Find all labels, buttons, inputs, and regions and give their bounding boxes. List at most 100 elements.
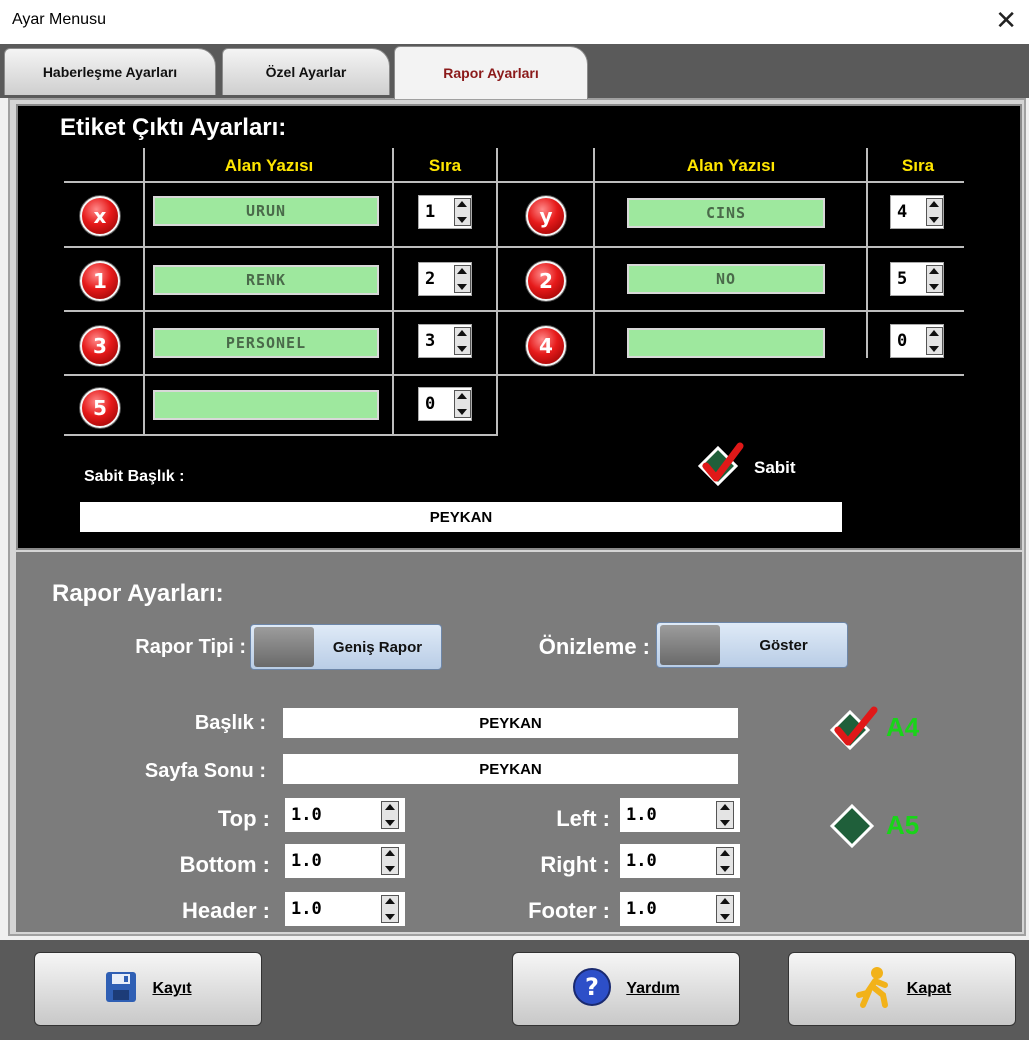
sabit-baslik-label: Sabit Başlık : [84,468,185,485]
sira-stepper-2[interactable]: 5 [890,262,944,296]
etiket-title: Etiket Çıktı Ayarları: [60,114,287,141]
top-stepper[interactable]: 1.0 [285,798,405,832]
col-header-alan-right: Alan Yazısı [686,156,776,175]
left-value: 1.0 [626,805,657,825]
rapor-tipi-value: Geniş Rapor [332,638,423,656]
field-badge-5-icon: 5 [80,388,120,428]
window-title: Ayar Menusu [12,11,106,28]
tab-haberlesme[interactable]: Haberleşme Ayarları [4,48,216,95]
left-stepper[interactable]: 1.0 [620,798,740,832]
baslik-input[interactable]: PEYKAN [283,708,738,738]
stepper-arrows-icon[interactable] [925,327,943,355]
baslik-label: Başlık : [194,712,266,734]
grid-line [64,246,964,248]
floppy-disk-icon [104,970,138,1009]
tab-rapor[interactable]: Rapor Ayarları [394,46,588,99]
sira-stepper-1[interactable]: 2 [418,262,472,296]
bottom-value: 1.0 [291,851,322,871]
top-value: 1.0 [291,805,322,825]
right-value: 1.0 [626,851,657,871]
footer-value: 1.0 [626,899,657,919]
toggle-knob [254,627,314,667]
sira-value: 1 [425,202,436,222]
header-stepper[interactable]: 1.0 [285,892,405,926]
stepper-arrows-icon[interactable] [453,327,471,355]
sira-stepper-x[interactable]: 1 [418,195,472,229]
field-input-4[interactable] [627,328,825,358]
kayit-label: Kayıt [152,980,192,997]
grid-line [64,374,964,376]
field-badge-x-icon: x [80,196,120,236]
rapor-tipi-toggle[interactable]: Geniş Rapor [250,624,442,670]
col-header-sira-right: Sıra [901,156,935,175]
sayfa-sonu-input[interactable]: PEYKAN [283,754,738,784]
onizleme-toggle[interactable]: Göster [656,622,848,668]
sira-stepper-y[interactable]: 4 [890,195,944,229]
grid-line [866,148,868,358]
left-label: Left : [556,806,610,831]
right-stepper[interactable]: 1.0 [620,844,740,878]
grid-line [593,148,595,374]
yardim-button[interactable]: ? Yardım [512,952,740,1026]
sira-stepper-4[interactable]: 0 [890,324,944,358]
field-badge-2-icon: 2 [526,261,566,301]
stepper-arrows-icon[interactable] [381,847,399,875]
stepper-arrows-icon[interactable] [381,895,399,923]
footer-stepper[interactable]: 1.0 [620,892,740,926]
grid-line [496,148,498,436]
toggle-knob [660,625,720,665]
running-man-icon [853,965,893,1014]
rapor-title: Rapor Ayarları: [52,580,224,607]
a4-label: A4 [886,712,920,742]
kapat-button[interactable]: Kapat [788,952,1016,1026]
field-input-3[interactable]: PERSONEL [153,328,379,358]
field-badge-y-icon: y [526,196,566,236]
help-icon: ? [572,967,612,1012]
stepper-arrows-icon[interactable] [716,847,734,875]
stepper-arrows-icon[interactable] [716,801,734,829]
stepper-arrows-icon[interactable] [453,198,471,226]
sabit-checkbox-icon[interactable] [696,442,748,490]
rapor-tipi-label: Rapor Tipi : [135,636,246,658]
grid-line [64,434,498,436]
field-badge-4-icon: 4 [526,326,566,366]
grid-line [392,148,394,436]
kapat-label: Kapat [906,980,952,997]
header-label: Header : [181,898,270,923]
sabit-label: Sabit [754,458,796,477]
a5-checkbox-icon[interactable] [828,802,882,852]
close-icon[interactable]: ✕ [995,6,1017,36]
field-input-1[interactable]: RENK [153,265,379,295]
sira-value: 0 [425,394,436,414]
sira-stepper-5[interactable]: 0 [418,387,472,421]
stepper-arrows-icon[interactable] [453,390,471,418]
kayit-button[interactable]: Kayıt [34,952,262,1026]
sira-value: 4 [897,202,908,222]
field-input-5[interactable] [153,390,379,420]
bottom-stepper[interactable]: 1.0 [285,844,405,878]
sabit-baslik-input[interactable]: PEYKAN [80,502,842,532]
sira-value: 3 [425,331,436,351]
a4-checkbox-icon[interactable] [828,704,882,754]
footer-label: Footer : [528,898,610,923]
col-header-sira-left: Sıra [428,156,462,175]
field-input-2[interactable]: NO [627,264,825,294]
stepper-arrows-icon[interactable] [925,198,943,226]
tab-ozel[interactable]: Özel Ayarlar [222,48,390,95]
a5-label: A5 [886,810,920,840]
field-badge-3-icon: 3 [80,326,120,366]
stepper-arrows-icon[interactable] [453,265,471,293]
stepper-arrows-icon[interactable] [925,265,943,293]
grid-line [64,181,964,183]
sira-value: 5 [897,269,908,289]
sayfa-sonu-label: Sayfa Sonu : [144,760,266,782]
right-label: Right : [540,852,610,877]
field-input-x[interactable]: URUN [153,196,379,226]
sira-stepper-3[interactable]: 3 [418,324,472,358]
field-input-y[interactable]: CINS [627,198,825,228]
stepper-arrows-icon[interactable] [381,801,399,829]
yardim-label: Yardım [626,980,680,997]
field-badge-1-icon: 1 [80,261,120,301]
col-header-alan-left: Alan Yazısı [224,156,314,175]
stepper-arrows-icon[interactable] [716,895,734,923]
